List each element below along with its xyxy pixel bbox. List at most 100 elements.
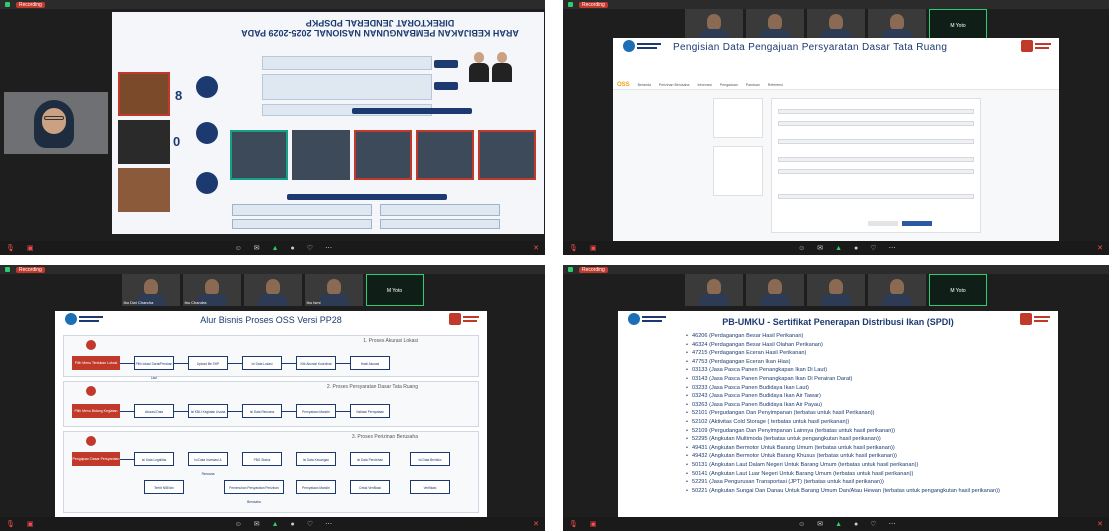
list-item: 50131 (Angkutan Laut Dalam Negeri Untuk … <box>686 461 1000 470</box>
chat-icon[interactable]: ✉ <box>817 521 823 528</box>
reactions-icon[interactable]: ♡ <box>307 245 313 252</box>
list-item: 49432 (Angkutan Bermotor Untuk Barang Kh… <box>686 452 1000 461</box>
more-icon[interactable]: ⋯ <box>889 245 896 252</box>
participant-tile[interactable] <box>807 274 865 306</box>
participant-tile[interactable]: Ibu Dwi Chandra <box>121 274 180 306</box>
list-item: 52291 (Jasa Pengurusan Transportasi (JPT… <box>686 478 1000 487</box>
more-icon[interactable]: ⋯ <box>325 521 332 528</box>
participant-tile-active[interactable]: M Yoto <box>365 274 424 306</box>
more-icon[interactable]: ⋯ <box>889 521 896 528</box>
process-section-2: 2. Proses Persyaratan Dasar Tata Ruang P… <box>63 381 479 427</box>
participant-tile[interactable] <box>685 274 743 306</box>
meeting-controls: 🎙 ▣ ☺ ✉ ▲ ● ♡ ⋯ ✕ <box>0 517 545 531</box>
start-step: Pengajuan Dasar Persyaratan <box>72 452 120 466</box>
form-input[interactable] <box>778 157 974 162</box>
leave-button[interactable]: ✕ <box>1097 245 1103 252</box>
back-button[interactable] <box>868 221 898 226</box>
panel-arah-kebijakan: Recording ARAH KEBIJAKAN PEMBANGUNAN NAS… <box>0 0 545 255</box>
record-icon[interactable]: ● <box>854 521 858 528</box>
form-input[interactable] <box>778 169 974 174</box>
video-off-icon[interactable]: ▣ <box>590 521 597 528</box>
recording-badge[interactable]: Recording <box>16 266 45 273</box>
user-icon <box>86 436 96 446</box>
nav-item[interactable]: Perizinan Berusaha <box>659 83 690 87</box>
list-item: 46206 (Perdagangan Besar Hasil Perikanan… <box>686 332 1000 341</box>
leave-button[interactable]: ✕ <box>533 521 539 528</box>
share-icon[interactable]: ▲ <box>835 521 842 528</box>
reactions-icon[interactable]: ♡ <box>307 521 313 528</box>
record-icon[interactable]: ● <box>291 245 295 252</box>
shield-icon <box>5 267 10 272</box>
policy-card <box>478 130 536 180</box>
video-off-icon[interactable]: ▣ <box>27 521 34 528</box>
shared-slide-3: Alur Bisnis Proses OSS Versi PP28 1. Pro… <box>55 311 487 517</box>
form-input[interactable] <box>778 194 974 199</box>
participant-tile-active[interactable]: M Yoto <box>929 9 987 41</box>
participant-tile[interactable] <box>746 9 804 41</box>
list-item: 52102 (Aktivitas Cold Storage ( terbatas… <box>686 418 1000 427</box>
participants-icon[interactable]: ☺ <box>235 245 242 252</box>
list-item: 03233 (Jasa Pasca Panen Budidaya Ikan La… <box>686 384 1000 393</box>
process-step: PBG Status <box>242 452 282 466</box>
nav-item[interactable]: Referensi <box>768 83 783 87</box>
record-icon[interactable]: ● <box>291 521 295 528</box>
policy-card <box>292 130 350 180</box>
mic-muted-icon[interactable]: 🎙 <box>569 521 578 528</box>
participant-tile-active[interactable]: M Yoto <box>929 274 987 306</box>
reactions-icon[interactable]: ♡ <box>870 245 876 252</box>
participant-tile[interactable] <box>807 9 865 41</box>
slide-title: Alur Bisnis Proses OSS Versi PP28 <box>200 315 342 325</box>
recording-badge[interactable]: Recording <box>579 266 608 273</box>
participants-icon[interactable]: ☺ <box>798 245 805 252</box>
next-button[interactable] <box>902 221 932 226</box>
participant-tile[interactable]: Ibu Ismi <box>304 274 363 306</box>
chat-icon[interactable]: ✉ <box>254 521 260 528</box>
recording-badge[interactable]: Recording <box>579 1 608 8</box>
participants-icon[interactable]: ☺ <box>798 521 805 528</box>
list-item: 49431 (Angkutan Bermotor Untuk Barang Um… <box>686 444 1000 453</box>
oss-logo[interactable]: OSS <box>617 82 630 88</box>
form-input[interactable] <box>778 139 974 144</box>
list-item: 52101 (Pergudangan Dan Penyimpanan (terb… <box>686 409 1000 418</box>
participant-tile[interactable] <box>868 274 926 306</box>
record-icon[interactable]: ● <box>854 245 858 252</box>
process-step: Isi Data Rencana <box>242 404 282 418</box>
share-icon[interactable]: ▲ <box>835 245 842 252</box>
form-input[interactable] <box>778 109 974 114</box>
share-icon[interactable]: ▲ <box>272 245 279 252</box>
recording-badge[interactable]: Recording <box>16 1 45 8</box>
participant-tile[interactable] <box>243 274 302 306</box>
speaker-video[interactable] <box>4 92 108 154</box>
process-step: Upload file SHP <box>188 356 228 370</box>
list-item: 50221 (Angkutan Sungai Dan Danau Untuk B… <box>686 487 1000 496</box>
form-input[interactable] <box>778 121 974 126</box>
chat-icon[interactable]: ✉ <box>254 245 260 252</box>
nav-item[interactable]: Informasi <box>697 83 711 87</box>
nav-item[interactable]: Beranda <box>638 83 651 87</box>
participant-tile[interactable] <box>746 274 804 306</box>
mic-muted-icon[interactable]: 🎙 <box>6 521 15 528</box>
leave-button[interactable]: ✕ <box>1097 521 1103 528</box>
share-icon[interactable]: ▲ <box>272 521 279 528</box>
meeting-top-bar: Recording <box>0 265 545 274</box>
participant-tile[interactable] <box>868 9 926 41</box>
reactions-icon[interactable]: ♡ <box>870 521 876 528</box>
participants-icon[interactable]: ☺ <box>235 521 242 528</box>
participant-tile[interactable] <box>685 9 743 41</box>
leave-button[interactable]: ✕ <box>533 245 539 252</box>
list-item: 50141 (Angkutan Laut Luar Negeri Untuk B… <box>686 470 1000 479</box>
shared-slide-2: Pengisian Data Pengajuan Persyaratan Das… <box>613 38 1059 241</box>
participant-tile[interactable]: Ibu Chandra <box>182 274 241 306</box>
process-step: Validasi Pernyataan <box>350 404 390 418</box>
video-off-icon[interactable]: ▣ <box>27 245 34 252</box>
video-off-icon[interactable]: ▣ <box>590 245 597 252</box>
nav-item[interactable]: Pengaduan <box>720 83 738 87</box>
start-step: Pilih Menu Bidang Kegiatan <box>72 404 120 418</box>
chat-icon[interactable]: ✉ <box>817 245 823 252</box>
priority-photos: 8 0 <box>118 72 196 222</box>
mic-muted-icon[interactable]: 🎙 <box>569 245 578 252</box>
more-icon[interactable]: ⋯ <box>325 245 332 252</box>
nav-item[interactable]: Panduan <box>746 83 760 87</box>
mic-muted-icon[interactable]: 🎙 <box>6 245 15 252</box>
process-step: Akurasi Data <box>134 404 174 418</box>
